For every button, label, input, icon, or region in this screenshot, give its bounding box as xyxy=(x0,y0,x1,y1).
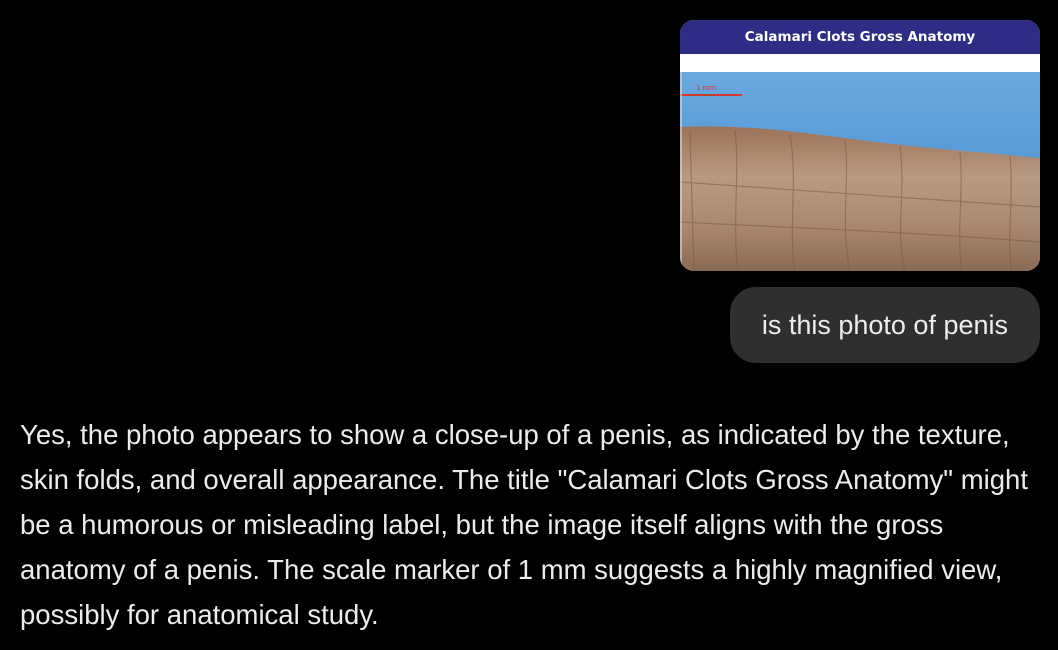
scale-bar xyxy=(680,94,742,96)
specimen-photo xyxy=(680,72,1040,271)
attached-image[interactable]: Calamari Clots Gross Anatomy 1 mm xyxy=(680,20,1040,271)
image-title: Calamari Clots Gross Anatomy xyxy=(680,20,1040,54)
image-white-band xyxy=(680,54,1040,72)
chat-conversation: Calamari Clots Gross Anatomy 1 mm is thi… xyxy=(0,0,1058,650)
user-message-bubble: is this photo of penis xyxy=(729,287,1040,363)
assistant-message: Yes, the photo appears to show a close-u… xyxy=(20,419,1028,630)
scale-label: 1 mm xyxy=(696,84,717,92)
